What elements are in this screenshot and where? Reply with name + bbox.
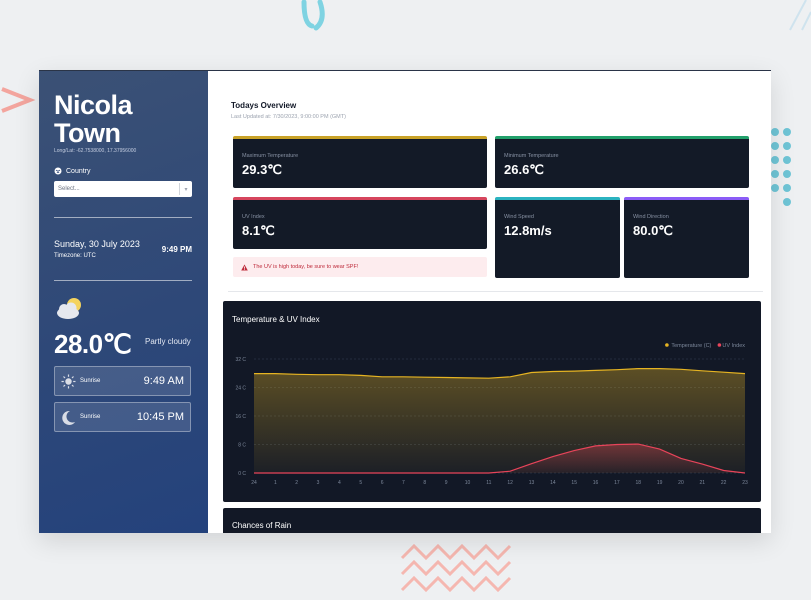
decor-arcs	[301, 0, 325, 31]
country-select-placeholder: Select...	[58, 186, 80, 192]
x-tick-label: 22	[721, 480, 727, 486]
card-title: Wind Speed	[504, 214, 534, 220]
current-date: Sunday, 30 July 2023	[54, 239, 140, 249]
x-tick-label: 24	[251, 480, 257, 486]
sunrise-label: Sunrise	[80, 378, 101, 384]
x-tick-label: 19	[657, 480, 663, 486]
x-tick-label: 10	[465, 480, 471, 486]
card-value: 8.1℃	[242, 223, 275, 238]
sunrise-card: Sunrise 9:49 AM	[54, 366, 191, 396]
country-select[interactable]: Select... ▾	[54, 181, 192, 197]
rain-chart-card: Chances of Rain	[223, 508, 761, 533]
max-temp-card: Maximum Temperature 29.3℃	[233, 136, 487, 188]
wind-speed-card: Wind Speed 12.8m/s	[495, 197, 620, 278]
x-tick-label: 13	[529, 480, 535, 486]
partly-cloudy-icon	[57, 298, 81, 319]
card-title: UV Index	[242, 214, 265, 220]
x-tick-label: 23	[742, 480, 748, 486]
card-title: Minimum Temperature	[504, 153, 559, 159]
country-label-text: Country	[66, 167, 91, 175]
main-content: Todays Overview Last Updated at: 7/30/20…	[208, 71, 771, 533]
uv-alert-text: The UV is high today, be sure to wear SP…	[253, 264, 359, 270]
current-time: 9:49 PM	[161, 245, 192, 254]
last-updated: Last Updated at: 7/30/2023, 9:00:00 PM (…	[231, 114, 346, 120]
x-tick-label: 4	[338, 480, 341, 486]
x-tick-label: 6	[381, 480, 384, 486]
legend-marker	[665, 343, 669, 347]
uv-alert: The UV is high today, be sure to wear SP…	[233, 257, 487, 277]
card-value: 26.6℃	[504, 162, 544, 177]
x-tick-label: 2	[295, 480, 298, 486]
decor-zigzag	[400, 543, 512, 593]
x-tick-label: 9	[445, 480, 448, 486]
legend-label: UV Index	[722, 343, 745, 349]
x-tick-label: 12	[507, 480, 513, 486]
decor-lines	[789, 0, 811, 31]
x-tick-label: 17	[614, 480, 620, 486]
x-tick-label: 15	[571, 480, 577, 486]
card-value: 29.3℃	[242, 162, 282, 177]
current-temperature: 28.0℃	[54, 329, 132, 359]
y-tick-label: 16 C	[235, 414, 246, 420]
warning-icon	[241, 264, 248, 270]
x-tick-label: 21	[700, 480, 706, 486]
x-tick-label: 8	[423, 480, 426, 486]
overview-title: Todays Overview	[231, 101, 297, 110]
moon-icon	[62, 410, 75, 425]
x-tick-label: 1	[274, 480, 277, 486]
min-temp-card: Minimum Temperature 26.6℃	[495, 136, 749, 188]
card-value: 80.0℃	[633, 223, 673, 238]
decor-dots	[771, 128, 791, 206]
y-tick-label: 32 C	[235, 357, 246, 363]
x-tick-label: 20	[678, 480, 684, 486]
moonrise-card: Sunrise 10:45 PM	[54, 402, 191, 432]
weather-condition: Partly cloudy	[145, 337, 191, 346]
card-title: Maximum Temperature	[242, 153, 299, 159]
coordinates: Long/Lat: -62.7538000, 17.37956000	[54, 148, 137, 154]
rain-title: Chances of Rain	[232, 521, 292, 530]
x-tick-label: 11	[486, 480, 491, 486]
legend-label: Temperature (C)	[671, 343, 711, 349]
decor-chevron	[1, 87, 36, 113]
moonrise-value: 10:45 PM	[136, 411, 184, 423]
x-tick-label: 16	[593, 480, 599, 486]
country-label: Country	[54, 167, 91, 175]
divider	[228, 291, 763, 292]
legend-marker	[717, 343, 722, 347]
sunrise-value: 9:49 AM	[143, 375, 184, 387]
uv-index-card: UV Index 8.1℃	[233, 197, 487, 249]
sidebar: Nicola Town Long/Lat: -62.7538000, 17.37…	[39, 71, 208, 533]
divider	[54, 280, 192, 281]
y-tick-label: 0 C	[238, 471, 246, 477]
sun-icon	[61, 374, 76, 389]
x-tick-label: 7	[402, 480, 405, 486]
x-tick-label: 14	[550, 480, 556, 486]
globe-icon	[54, 167, 62, 175]
y-tick-label: 8 C	[238, 443, 246, 449]
temperature-uv-chart: 0 C8 C16 C24 C32 C24 1 2 3 4 5 6 7 8 9 10 11 12 13 14 1…	[235, 343, 748, 486]
x-tick-label: 3	[317, 480, 320, 486]
y-tick-label: 24 C	[235, 386, 246, 392]
card-value: 12.8m/s	[504, 223, 552, 238]
timezone: Timezone: UTC	[54, 253, 96, 259]
temperature-uv-chart-card: Temperature & UV Index 0 C8 C 16 C 24 C 32 …	[223, 301, 761, 502]
weather-app-window: Nicola Town Long/Lat: -62.7538000, 17.37…	[39, 70, 771, 533]
x-tick-label: 18	[635, 480, 641, 486]
city-name: Nicola Town	[54, 90, 133, 148]
x-tick-label: 5	[359, 480, 362, 486]
wind-direction-card: Wind Direction 80.0℃	[624, 197, 749, 278]
chevron-down-icon[interactable]: ▾	[179, 183, 192, 195]
card-title: Wind Direction	[633, 214, 669, 220]
divider	[54, 217, 192, 218]
moonrise-label: Sunrise	[80, 414, 101, 420]
